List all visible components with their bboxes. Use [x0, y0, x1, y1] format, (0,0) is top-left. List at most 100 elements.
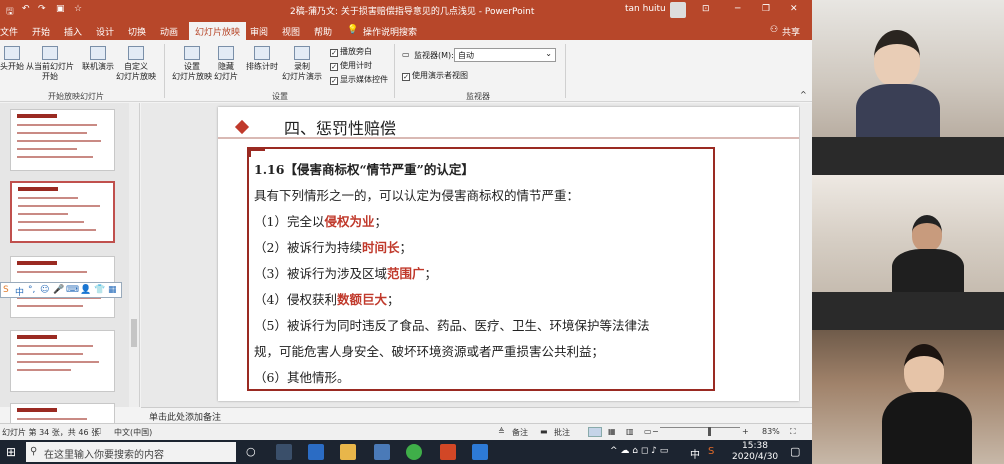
- hide-slide-button[interactable]: 隐藏 幻灯片: [214, 46, 238, 82]
- meeting-app-icon[interactable]: [472, 444, 488, 460]
- present-online-button[interactable]: 联机演示: [82, 46, 114, 72]
- monitor-label: 监视器(M):: [414, 51, 454, 60]
- system-tray-icons[interactable]: ^ ☁ ⌂ ◻ ♪ ▭: [610, 446, 668, 456]
- user-icon[interactable]: 👤: [80, 285, 91, 295]
- save-icon[interactable]: 🖫: [6, 4, 14, 20]
- fit-to-window-icon[interactable]: ⛶: [790, 427, 796, 437]
- clock-date[interactable]: 2020/4/30: [732, 452, 778, 462]
- custom-show-button[interactable]: 自定义 幻灯片放映: [116, 46, 156, 82]
- taskbar-search[interactable]: ⚲ 在这里输入你要搜索的内容: [26, 442, 236, 462]
- powerpoint-icon[interactable]: [440, 444, 456, 460]
- restore-button[interactable]: ❐: [762, 4, 770, 14]
- microphone-icon[interactable]: 🎤: [53, 285, 64, 295]
- sogou-icon[interactable]: S: [708, 446, 714, 457]
- tab-review[interactable]: 审阅: [250, 25, 268, 38]
- slide-thumbnail[interactable]: [10, 330, 115, 392]
- avatar[interactable]: [670, 2, 686, 18]
- edge-icon[interactable]: [308, 444, 324, 460]
- group-label-monitors: 监视器: [466, 92, 490, 101]
- redo-icon[interactable]: ↷: [38, 4, 46, 14]
- zoom-out-button[interactable]: −: [652, 427, 659, 436]
- tab-animations[interactable]: 动画: [160, 25, 178, 38]
- show-media-checkbox[interactable]: ✓ 显示媒体控件: [330, 74, 388, 85]
- app-icon[interactable]: [374, 444, 390, 460]
- divider: [394, 44, 395, 98]
- zoom-level[interactable]: 83%: [762, 427, 780, 436]
- skin-icon[interactable]: 👕: [94, 285, 105, 295]
- task-view-icon[interactable]: ○: [246, 445, 256, 458]
- timer-icon: [254, 46, 270, 60]
- record-show-button[interactable]: 录制 幻灯片演示: [282, 46, 322, 82]
- clock-time[interactable]: 15:38: [742, 441, 768, 451]
- zoom-slider[interactable]: [660, 427, 740, 428]
- notes-placeholder: 单击此处添加备注: [149, 413, 222, 423]
- close-button[interactable]: ✕: [790, 4, 798, 14]
- play-narrations-checkbox[interactable]: ✓ 播放旁白: [330, 46, 372, 57]
- tab-insert[interactable]: 插入: [64, 25, 82, 38]
- wechat-icon[interactable]: [406, 444, 422, 460]
- use-timings-checkbox[interactable]: ✓ 使用计时: [330, 60, 372, 71]
- emoji-icon[interactable]: ☺: [40, 285, 49, 295]
- record-icon: [294, 46, 310, 60]
- collapse-ribbon-icon[interactable]: ^: [800, 90, 807, 99]
- ribbon-display-icon[interactable]: ⊡: [702, 4, 710, 14]
- zoom-in-button[interactable]: +: [742, 427, 749, 436]
- slide-thumbnail-selected[interactable]: [10, 181, 115, 243]
- ime-mode-button[interactable]: 中: [15, 285, 24, 298]
- comment-icon: ▬: [540, 427, 548, 436]
- tab-transitions[interactable]: 切换: [128, 25, 146, 38]
- reading-view-icon[interactable]: ▥: [626, 427, 634, 436]
- share-icon[interactable]: ⚇: [770, 25, 778, 35]
- rehearse-timings-button[interactable]: 排练计时: [246, 46, 278, 72]
- star-icon[interactable]: ☆: [74, 4, 82, 14]
- thumbnails-scrollbar[interactable]: [129, 103, 139, 407]
- from-beginning-button[interactable]: 头开始: [0, 46, 24, 72]
- folder-icon[interactable]: [340, 444, 356, 460]
- slideshow-view-icon[interactable]: ▭: [644, 427, 652, 436]
- checkbox-checked-icon: ✓: [402, 73, 410, 81]
- tab-view[interactable]: 视图: [282, 25, 300, 38]
- user-name[interactable]: tan huitu: [625, 4, 666, 14]
- minimize-button[interactable]: ─: [735, 4, 740, 14]
- notification-icon[interactable]: ▢: [790, 445, 800, 458]
- from-current-button[interactable]: 从当前幻灯片 开始: [26, 46, 74, 82]
- tab-file[interactable]: 文件: [0, 25, 18, 38]
- document-title: 2稿-蒲乃文: 关于损害赔偿指导意见的几点浅见 - PowerPoint: [290, 7, 535, 17]
- start-from-beginning-icon[interactable]: ▣: [56, 4, 65, 14]
- slide[interactable]: 四、惩罚性赔偿 1.16【侵害商标权“情节严重”的认定】 具有下列情形之一的，可…: [218, 107, 799, 401]
- slide-sorter-icon[interactable]: ▦: [608, 427, 616, 436]
- zoom-slider-handle[interactable]: [708, 427, 711, 436]
- tab-design[interactable]: 设计: [96, 25, 114, 38]
- monitor-select[interactable]: 自动 ⌄: [454, 48, 556, 62]
- language-indicator[interactable]: 中文(中国): [114, 427, 152, 438]
- presenter-view-checkbox[interactable]: ✓ 使用演示者视图: [402, 70, 468, 81]
- setup-show-button[interactable]: 设置 幻灯片放映: [172, 46, 212, 82]
- share-button[interactable]: 共享: [782, 25, 800, 38]
- keyboard-icon[interactable]: ⌨: [66, 285, 79, 295]
- setup-icon: [184, 46, 200, 60]
- undo-icon[interactable]: ↶: [22, 4, 30, 14]
- toolbox-icon[interactable]: ▦: [108, 285, 117, 295]
- scroll-thumb[interactable]: [131, 319, 137, 347]
- tab-slideshow[interactable]: 幻灯片放映: [189, 22, 247, 40]
- tab-help[interactable]: 帮助: [314, 25, 332, 38]
- normal-view-icon[interactable]: [588, 427, 602, 437]
- video-participants-panel: [812, 0, 1004, 464]
- notes-pane[interactable]: 单击此处添加备注: [141, 407, 812, 423]
- comments-button[interactable]: 批注: [554, 427, 570, 438]
- spellcheck-icon[interactable]: ⎕: [96, 427, 101, 437]
- notes-button[interactable]: 备注: [512, 427, 528, 438]
- slide-subheading: 1.16【侵害商标权“情节严重”的认定】: [254, 162, 474, 177]
- ime-indicator[interactable]: 中: [690, 446, 700, 461]
- participant-video[interactable]: [812, 330, 1004, 464]
- participant-video[interactable]: [812, 175, 1004, 292]
- ime-punct-button[interactable]: °,: [28, 285, 35, 295]
- slide-thumbnail[interactable]: [10, 109, 115, 171]
- participant-video[interactable]: [812, 0, 1004, 137]
- slide-scrollbar[interactable]: [800, 103, 812, 407]
- windows-start-icon[interactable]: ⊞: [6, 445, 16, 459]
- list-item: （3）被诉行为涉及区域范围广；: [254, 266, 437, 281]
- tab-home[interactable]: 开始: [32, 25, 50, 38]
- explorer-icon[interactable]: [276, 444, 292, 460]
- tell-me-search[interactable]: 操作说明搜索: [363, 25, 417, 38]
